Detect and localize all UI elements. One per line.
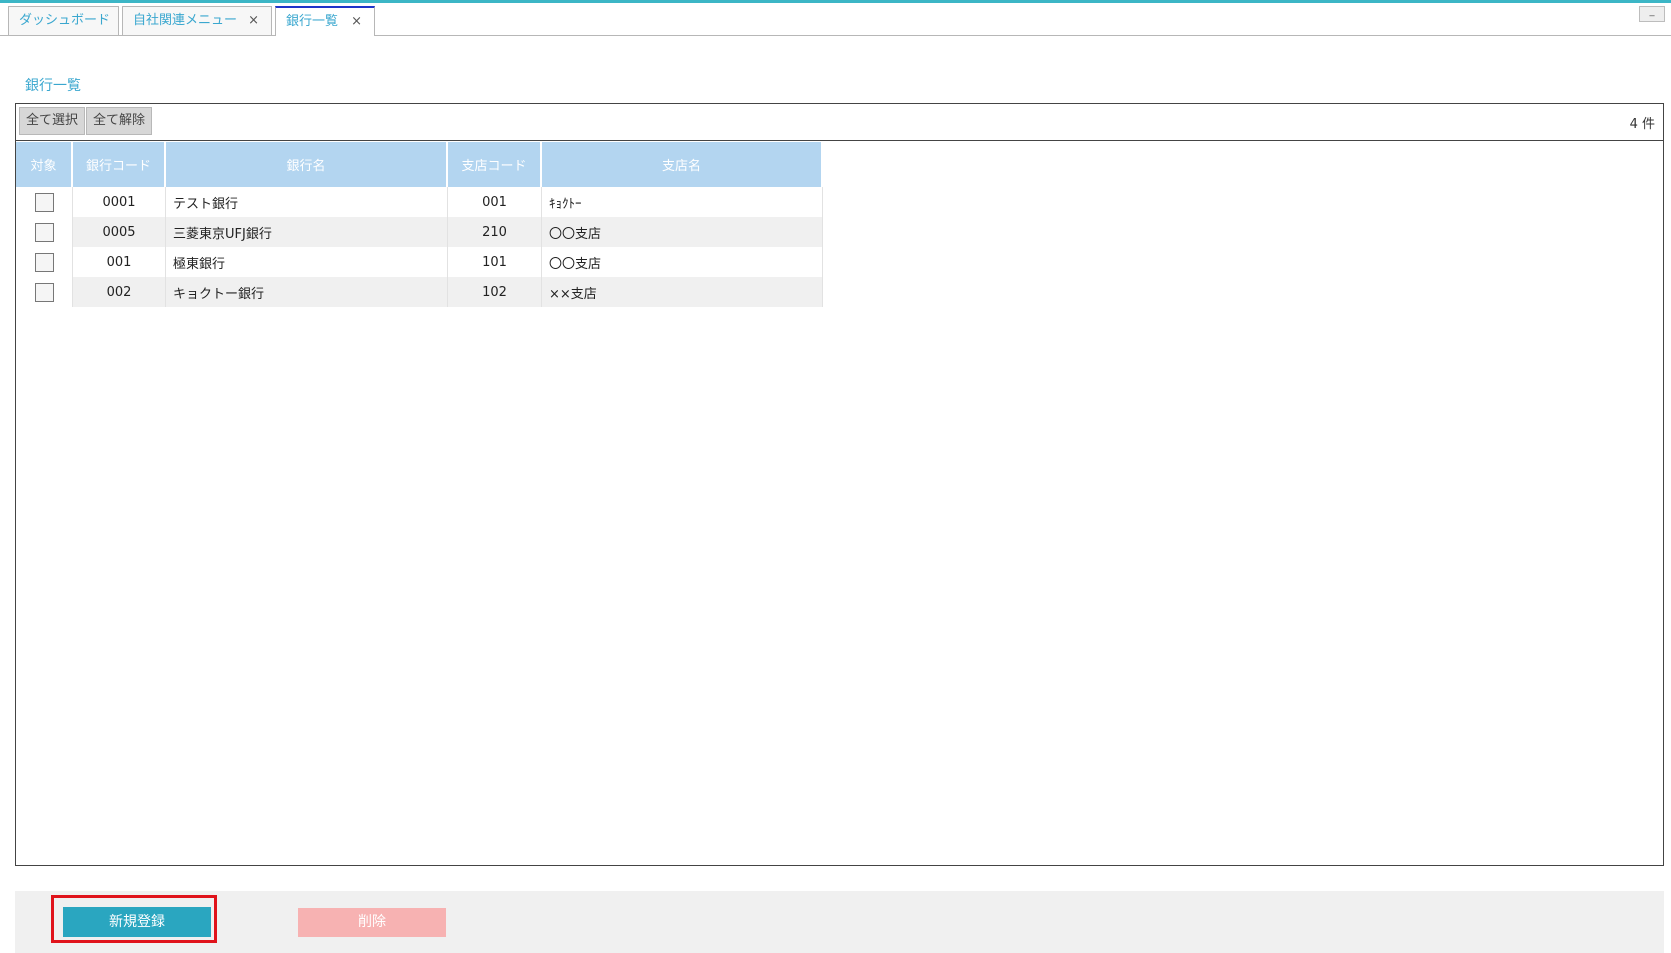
- tab-label: 銀行一覧: [286, 14, 339, 29]
- branch-code-cell: 001: [448, 187, 542, 217]
- header-branch-code[interactable]: 支店コード: [448, 142, 542, 187]
- tab-label: 自社関連メニュー: [133, 13, 238, 28]
- bank-code-cell: 001: [73, 247, 166, 277]
- bank-name-cell: キョクトー銀行: [166, 277, 448, 307]
- branch-name-cell: 〇〇支店: [542, 247, 823, 277]
- row-select-cell: [16, 277, 73, 307]
- close-icon[interactable]: ×: [248, 7, 259, 35]
- bank-name-cell: テスト銀行: [166, 187, 448, 217]
- row-select-cell: [16, 247, 73, 277]
- new-registration-button[interactable]: 新規登録: [63, 907, 211, 937]
- delete-button[interactable]: 削除: [298, 908, 446, 937]
- select-all-button[interactable]: 全て選択: [19, 107, 86, 135]
- header-bank-code[interactable]: 銀行コード: [73, 142, 166, 187]
- page-title: 銀行一覧: [25, 78, 81, 94]
- header-branch-name[interactable]: 支店名: [542, 142, 823, 187]
- tab-dashboard[interactable]: ダッシュボード: [8, 6, 119, 35]
- table-row[interactable]: 0005 三菱東京UFJ銀行 210 〇〇支店: [16, 217, 823, 247]
- bank-name-cell: 極東銀行: [166, 247, 448, 277]
- branch-code-cell: 101: [448, 247, 542, 277]
- table-row[interactable]: 0001 テスト銀行 001 ｷｮｸﾄｰ: [16, 187, 823, 217]
- branch-code-cell: 210: [448, 217, 542, 247]
- action-footer: 新規登録 削除: [15, 891, 1664, 953]
- tab-bar: ダッシュボード 自社関連メニュー × 銀行一覧 × _: [0, 3, 1671, 36]
- bank-code-cell: 002: [73, 277, 166, 307]
- header-target: 対象: [16, 142, 73, 187]
- bank-code-cell: 0005: [73, 217, 166, 247]
- record-count: 4 件: [1629, 117, 1655, 132]
- tab-label: ダッシュボード: [19, 13, 111, 28]
- row-checkbox[interactable]: [34, 282, 54, 302]
- minimize-icon[interactable]: _: [1639, 6, 1665, 22]
- close-icon[interactable]: ×: [351, 8, 362, 36]
- row-select-cell: [16, 187, 73, 217]
- branch-name-cell: ××支店: [542, 277, 823, 307]
- tab-bank-list[interactable]: 銀行一覧 ×: [275, 6, 375, 36]
- branch-name-cell: ｷｮｸﾄｰ: [542, 187, 823, 217]
- bank-name-cell: 三菱東京UFJ銀行: [166, 217, 448, 247]
- panel-toolbar: 全て選択 全て解除 4 件: [16, 104, 1663, 141]
- header-bank-name[interactable]: 銀行名: [166, 142, 448, 187]
- table-row[interactable]: 001 極東銀行 101 〇〇支店: [16, 247, 823, 277]
- row-select-cell: [16, 217, 73, 247]
- branch-name-cell: 〇〇支店: [542, 217, 823, 247]
- branch-code-cell: 102: [448, 277, 542, 307]
- bank-table: 対象 銀行コード 銀行名 支店コード 支店名 0001 テスト銀行 001 ｷｮ…: [16, 142, 823, 307]
- tab-company-menu[interactable]: 自社関連メニュー ×: [122, 6, 272, 35]
- deselect-all-button[interactable]: 全て解除: [86, 107, 153, 135]
- table-header-row: 対象 銀行コード 銀行名 支店コード 支店名: [16, 142, 823, 187]
- bank-list-panel: 全て選択 全て解除 4 件 対象 銀行コード 銀行名 支店コード 支店名 000…: [15, 103, 1664, 866]
- row-checkbox[interactable]: [34, 222, 54, 242]
- row-checkbox[interactable]: [34, 252, 54, 272]
- row-checkbox[interactable]: [34, 192, 54, 212]
- table-row[interactable]: 002 キョクトー銀行 102 ××支店: [16, 277, 823, 307]
- bank-code-cell: 0001: [73, 187, 166, 217]
